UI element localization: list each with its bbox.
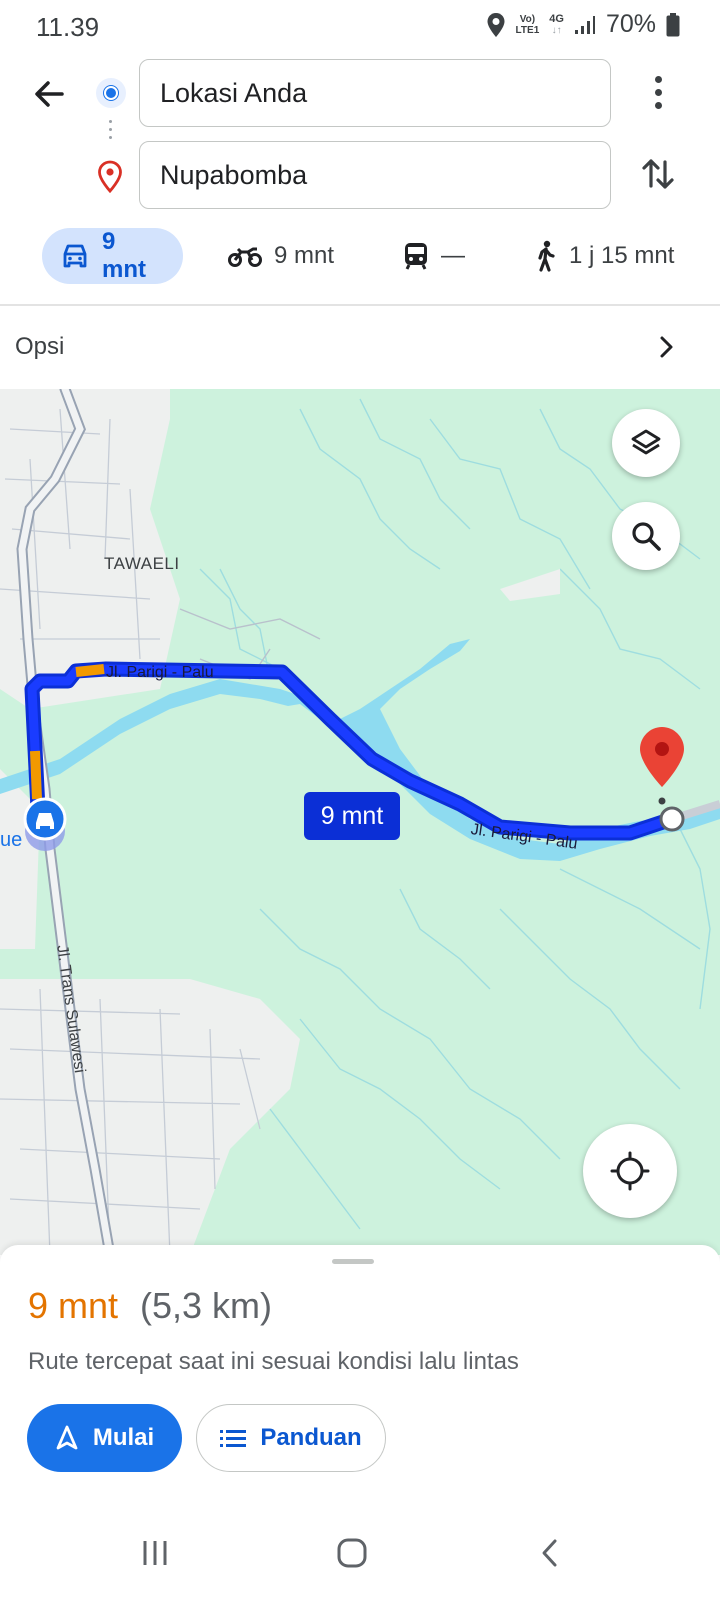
status-icons: Vo) LTE1 4G ↓↑ 70% — [486, 10, 680, 39]
route-duration: 9 mnt — [28, 1285, 119, 1326]
crosshair-icon — [610, 1151, 650, 1191]
chevron-right-icon — [660, 336, 673, 358]
network-type-label: 4G — [549, 12, 564, 25]
tab-motorcycle[interactable]: 9 mnt — [228, 228, 334, 284]
list-icon — [220, 1430, 247, 1447]
home-button[interactable] — [327, 1533, 377, 1573]
location-status-icon — [487, 12, 505, 37]
back-button[interactable] — [28, 72, 72, 116]
route-distance: (5,3 km) — [140, 1285, 273, 1326]
tab-car[interactable]: 9 mnt — [42, 228, 183, 284]
start-navigation-button[interactable]: Mulai — [27, 1404, 182, 1472]
system-nav-bar — [0, 1515, 720, 1600]
my-location-button[interactable] — [583, 1124, 677, 1218]
more-options-button[interactable] — [640, 70, 676, 114]
tab-walk-label: 1 j 15 mnt — [569, 242, 675, 269]
route-duration-bubble[interactable]: 9 mnt — [304, 792, 400, 840]
road-label-parigi-palu-1: Jl. Parigi - Palu — [106, 664, 214, 681]
signal-icon — [574, 15, 595, 34]
start-button-label: Mulai — [92, 1424, 155, 1451]
home-icon — [337, 1538, 367, 1568]
status-time: 11.39 — [36, 12, 100, 42]
volte-label-bottom: LTE1 — [515, 24, 540, 36]
network-type: 4G ↓↑ — [549, 12, 564, 36]
search-icon — [632, 522, 661, 551]
battery-percent: 70% — [605, 10, 656, 38]
status-bar: 11.39 Vo) LTE1 4G ↓↑ 70% — [0, 0, 720, 52]
navigation-arrow-icon — [56, 1425, 78, 1450]
destination-input[interactable]: Nupabomba — [139, 141, 611, 209]
volte-label-top: Vo) — [519, 13, 536, 25]
place-label-tawaeli: TAWAELI — [104, 554, 180, 573]
motorcycle-icon — [228, 247, 262, 267]
options-row[interactable]: Opsi — [0, 306, 720, 388]
origin-dot-icon — [96, 78, 126, 108]
map-search-button[interactable] — [612, 502, 680, 570]
swap-icon — [642, 159, 674, 189]
guide-button-label: Panduan — [260, 1424, 362, 1451]
car-icon — [63, 244, 87, 268]
chevron-left-icon — [542, 1539, 557, 1567]
destination-pin-icon — [96, 160, 124, 194]
tab-transit[interactable]: — — [403, 228, 465, 284]
tab-motorcycle-label: 9 mnt — [274, 242, 335, 269]
train-icon — [405, 243, 427, 270]
battery-icon — [666, 12, 680, 36]
tab-car-label: 9 mnt — [102, 228, 146, 283]
walk-icon — [538, 240, 555, 272]
travel-mode-tabs: 9 mnt 9 mnt — 1 j 15 mnt — [0, 228, 720, 286]
route-bottom-sheet: 9 mnt (5,3 km) Rute tercepat saat ini se… — [0, 1245, 720, 1515]
arrow-left-icon — [35, 81, 64, 107]
data-arrows-icon: ↓↑ — [551, 24, 562, 36]
guide-button[interactable]: Panduan — [196, 1404, 386, 1472]
options-label: Opsi — [15, 333, 65, 360]
tab-transit-label: — — [441, 242, 465, 269]
layers-button[interactable] — [612, 409, 680, 477]
swap-route-button[interactable] — [636, 152, 680, 196]
route-description: Rute tercepat saat ini sesuai kondisi la… — [28, 1348, 519, 1375]
volte-indicator: Vo) LTE1 — [516, 14, 540, 36]
route-connector-icon — [108, 120, 112, 150]
back-nav-button[interactable] — [525, 1533, 575, 1573]
tab-walk[interactable]: 1 j 15 mnt — [533, 228, 674, 284]
recent-apps-button[interactable] — [130, 1533, 180, 1573]
recents-icon — [143, 1541, 167, 1565]
layers-icon — [631, 429, 661, 455]
map-view[interactable]: TAWAELI Jl. Parigi - Palu Jl. Parigi - P… — [0, 389, 720, 1255]
map-edge-label: ue — [0, 829, 23, 851]
origin-input[interactable]: Lokasi Anda — [139, 59, 611, 127]
sheet-drag-handle[interactable] — [332, 1259, 374, 1264]
